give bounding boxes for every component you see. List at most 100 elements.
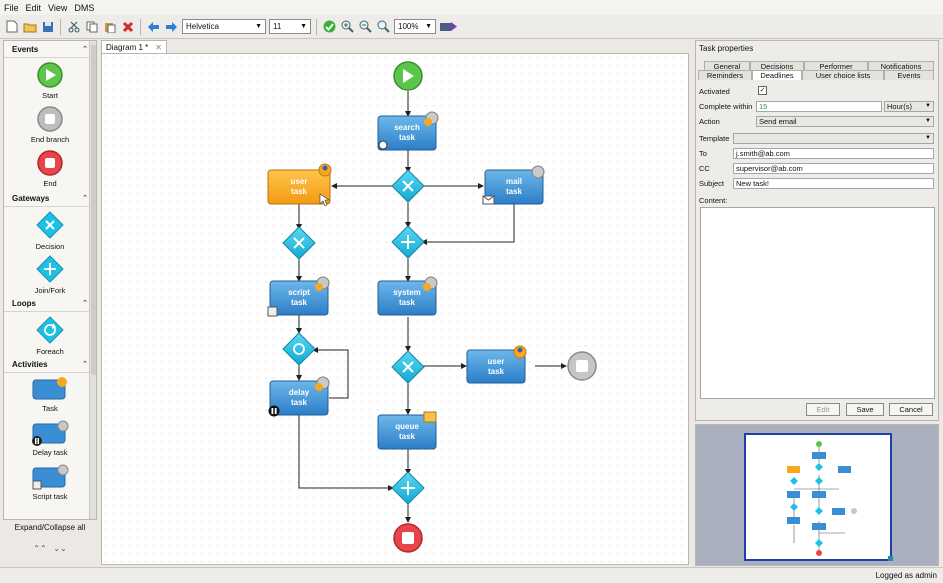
palette-section-loops[interactable]: Loops ⌃ bbox=[4, 295, 96, 312]
font-family-select[interactable]: Helvetica ▼ bbox=[182, 19, 266, 34]
system-task-label-line2: task bbox=[399, 298, 416, 307]
template-select[interactable]: ▼ bbox=[733, 133, 934, 144]
collapse-up-icon[interactable]: ⌃ bbox=[82, 360, 88, 368]
palette-delay-task[interactable]: Delay task bbox=[4, 417, 96, 461]
chevron-down-icon: ▼ bbox=[925, 118, 931, 124]
subject-input[interactable]: New task! bbox=[733, 178, 934, 189]
palette-start[interactable]: Start bbox=[4, 58, 96, 102]
palette-end[interactable]: End bbox=[4, 146, 96, 190]
decision-gateway[interactable] bbox=[391, 350, 425, 384]
open-folder-icon[interactable] bbox=[22, 19, 37, 34]
export-icon[interactable] bbox=[439, 19, 459, 34]
time-unit-select[interactable]: Hour(s) ▼ bbox=[884, 101, 934, 112]
user-task-2-label-line2: task bbox=[488, 367, 505, 376]
menu-edit[interactable]: Edit bbox=[26, 3, 42, 13]
save-icon[interactable] bbox=[40, 19, 55, 34]
menu-dms[interactable]: DMS bbox=[74, 3, 94, 13]
delay-task-node[interactable]: delay task bbox=[268, 376, 330, 417]
zoom-select[interactable]: 100% ▼ bbox=[394, 19, 436, 34]
palette-join-fork[interactable]: Join/Fork bbox=[4, 251, 96, 295]
edit-button[interactable]: Edit bbox=[806, 403, 840, 416]
activated-checkbox[interactable]: ✓ bbox=[758, 86, 767, 95]
tab-events[interactable]: Events bbox=[884, 70, 934, 80]
undo-icon[interactable] bbox=[146, 19, 161, 34]
tab-diagram-1[interactable]: Diagram 1 * ✕ bbox=[101, 40, 167, 54]
end-branch-event[interactable] bbox=[567, 351, 597, 381]
palette-section-gateways[interactable]: Gateways ⌃ bbox=[4, 190, 96, 207]
save-button[interactable]: Save bbox=[846, 403, 884, 416]
gear-icon bbox=[424, 118, 432, 126]
join-fork-gateway[interactable] bbox=[391, 471, 425, 505]
expand-collapse-icons[interactable]: ⌃⌃ ⌄⌄ bbox=[3, 544, 97, 553]
complete-within-label: Complete within bbox=[699, 102, 753, 111]
foreach-loop-icon bbox=[36, 316, 64, 344]
cut-icon[interactable] bbox=[66, 19, 81, 34]
close-icon[interactable]: ✕ bbox=[155, 43, 162, 52]
palette-scrollbar[interactable] bbox=[89, 41, 96, 519]
palette-section-events[interactable]: Events ⌃ bbox=[4, 41, 96, 58]
chevron-down-icon: ▼ bbox=[425, 23, 432, 30]
diagram-canvas[interactable]: search task user task mail task script t… bbox=[101, 53, 689, 565]
minimap-resize-handle[interactable] bbox=[888, 556, 893, 561]
scroll-thumb[interactable] bbox=[91, 45, 96, 375]
palette-script-task[interactable]: Script task bbox=[4, 461, 96, 505]
decision-gateway[interactable] bbox=[282, 226, 316, 260]
collapse-up-icon[interactable]: ⌃ bbox=[82, 194, 88, 202]
gear-icon bbox=[315, 283, 323, 291]
tab-deadlines[interactable]: Deadlines bbox=[752, 70, 802, 80]
search-task-node[interactable]: search task bbox=[377, 111, 439, 151]
element-palette: Events ⌃ Start End branch End Gateways ⌃ D… bbox=[3, 40, 97, 520]
decision-gateway[interactable] bbox=[391, 169, 425, 203]
script-task-node[interactable]: script task bbox=[267, 276, 330, 317]
minimap-viewport[interactable] bbox=[744, 433, 892, 561]
tab-user-choice-lists[interactable]: User choice lists bbox=[802, 70, 884, 80]
user-task-node-selected[interactable]: user task bbox=[267, 163, 332, 207]
chevron-down-icon: ▼ bbox=[925, 135, 931, 141]
queue-task-label-line1: queue bbox=[395, 422, 419, 431]
expand-collapse-all-link[interactable]: Expand/Collapse all bbox=[3, 523, 97, 532]
validate-icon[interactable] bbox=[322, 19, 337, 34]
content-textarea[interactable] bbox=[700, 207, 935, 399]
action-select[interactable]: Send email ▼ bbox=[756, 116, 934, 127]
new-file-icon[interactable] bbox=[4, 19, 19, 34]
join-fork-gateway[interactable] bbox=[391, 225, 425, 259]
tabs-bottom-row: Reminders Deadlines User choice lists Ev… bbox=[698, 70, 934, 80]
copy-icon[interactable] bbox=[84, 19, 99, 34]
cc-input[interactable]: supervisor@ab.com bbox=[733, 163, 934, 174]
queue-task-node[interactable]: queue task bbox=[377, 411, 437, 450]
tab-reminders[interactable]: Reminders bbox=[698, 70, 752, 80]
palette-task[interactable]: Task bbox=[4, 373, 96, 417]
to-label: To bbox=[699, 149, 707, 158]
complete-within-input[interactable]: 15 bbox=[756, 101, 882, 112]
collapse-up-icon[interactable]: ⌃ bbox=[82, 299, 88, 307]
redo-icon[interactable] bbox=[164, 19, 179, 34]
zoom-fit-icon[interactable] bbox=[376, 19, 391, 34]
menu-file[interactable]: File bbox=[4, 3, 19, 13]
collapse-up-icon[interactable]: ⌃ bbox=[82, 45, 88, 53]
user-icon bbox=[517, 347, 523, 353]
end-event[interactable] bbox=[393, 523, 423, 553]
palette-decision[interactable]: Decision bbox=[4, 207, 96, 251]
zoom-in-icon[interactable] bbox=[340, 19, 355, 34]
user-task-node[interactable]: user task bbox=[466, 345, 527, 384]
to-input[interactable]: j.smith@ab.com bbox=[733, 148, 934, 159]
font-size-select[interactable]: 11 ▼ bbox=[269, 19, 311, 34]
zoom-out-icon[interactable] bbox=[358, 19, 373, 34]
palette-section-activities[interactable]: Activities ⌃ bbox=[4, 356, 96, 373]
start-event[interactable] bbox=[393, 61, 423, 91]
mail-task-node[interactable]: mail task bbox=[482, 165, 545, 205]
delete-icon[interactable] bbox=[120, 19, 135, 34]
palette-end-branch[interactable]: End branch bbox=[4, 102, 96, 146]
foreach-loop-gateway[interactable] bbox=[282, 332, 316, 366]
palette-foreach[interactable]: Foreach bbox=[4, 312, 96, 356]
menu-bar: File Edit View DMS bbox=[0, 0, 943, 15]
queue-task-label-line2: task bbox=[399, 432, 416, 441]
menu-view[interactable]: View bbox=[48, 3, 67, 13]
task-icon bbox=[32, 377, 67, 400]
gear-icon bbox=[315, 383, 323, 391]
paste-icon[interactable] bbox=[102, 19, 117, 34]
system-task-node[interactable]: system task bbox=[377, 276, 438, 316]
cancel-button[interactable]: Cancel bbox=[889, 403, 933, 416]
overview-minimap[interactable] bbox=[695, 424, 939, 566]
mail-task-label-line1: mail bbox=[506, 177, 522, 186]
